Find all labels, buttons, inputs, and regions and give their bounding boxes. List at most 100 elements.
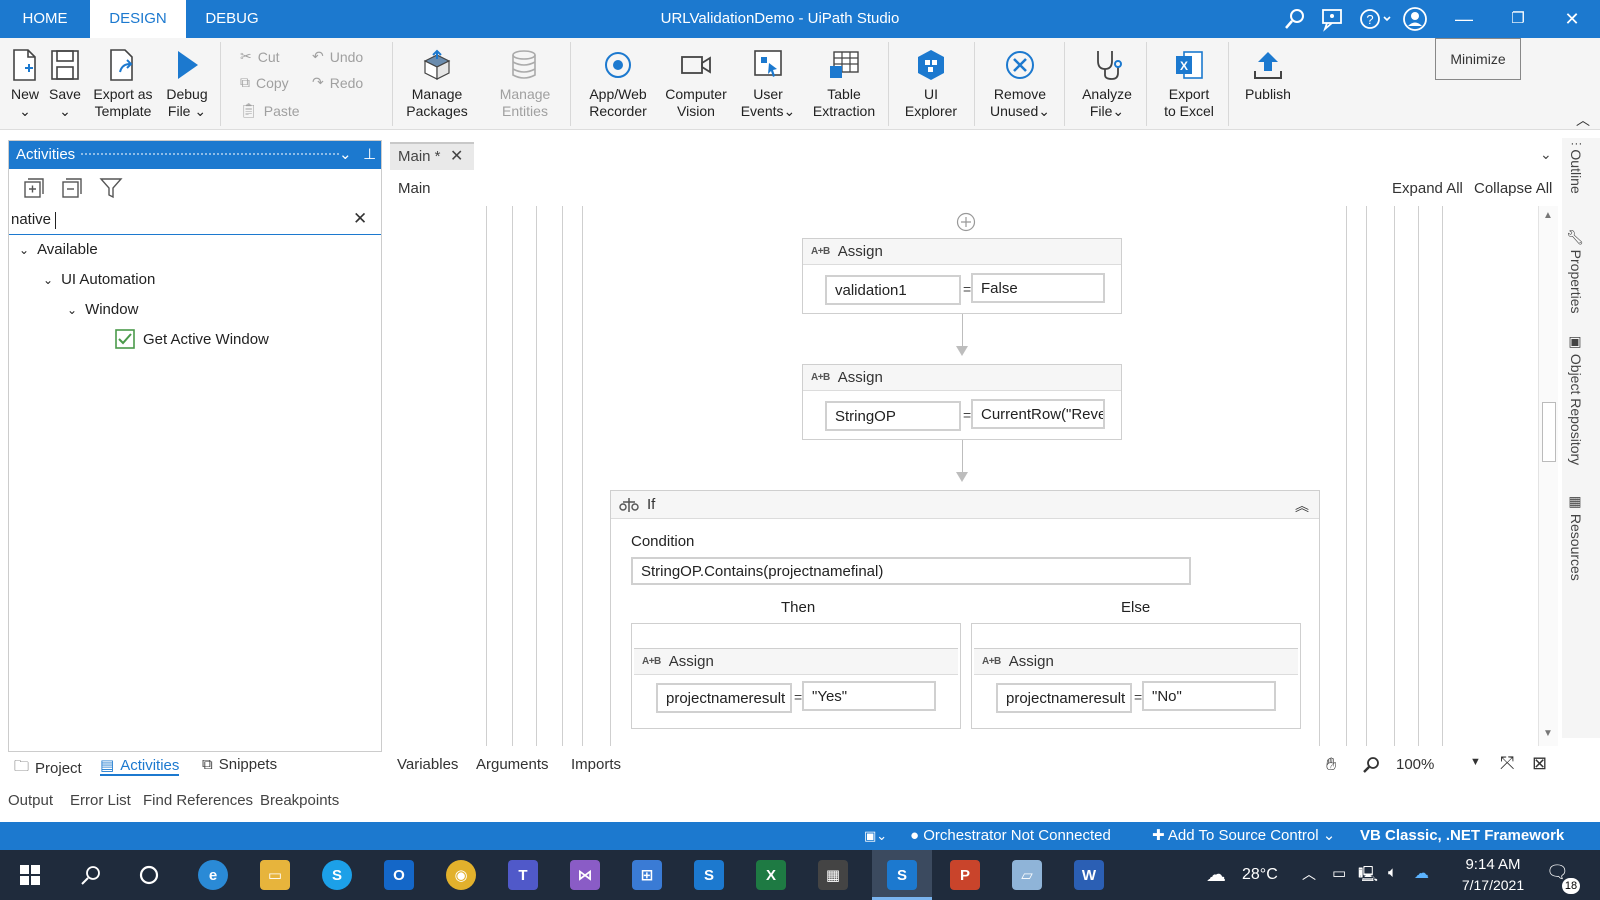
user-events-button[interactable]: User Events⌄ (736, 44, 800, 120)
search-input[interactable]: native (11, 211, 51, 228)
feedback-icon[interactable] (1320, 6, 1346, 32)
windows-start-icon[interactable] (20, 865, 40, 885)
else-sequence[interactable]: A+B Assign projectnameresult = "No" (971, 623, 1301, 729)
assign-activity-2[interactable]: A+B Assign StringOP = CurrentRow("Rever (802, 364, 1122, 440)
skype-icon[interactable]: S (322, 860, 352, 890)
copy-button[interactable]: ⧉ Copy (240, 74, 289, 91)
battery-icon[interactable]: ▭ (1332, 864, 1346, 882)
edge-icon[interactable]: e (198, 860, 228, 890)
network-icon[interactable]: 🖳︎ (1358, 864, 1378, 889)
store-icon[interactable]: ⊞ (632, 860, 662, 890)
undo-button[interactable]: ↶ Undo (312, 48, 363, 65)
assign-value-field[interactable]: "No" (1142, 681, 1276, 711)
clock[interactable]: 9:14 AM 7/17/2021 (1458, 856, 1528, 893)
resources-tab[interactable]: ▦ Resources (1568, 494, 1584, 581)
recorder-button[interactable]: App/Web Recorder (578, 44, 658, 120)
tree-ui-automation[interactable]: ⌄ UI Automation (43, 271, 155, 288)
collapse-ribbon-icon[interactable]: ︿ (1576, 110, 1590, 130)
hand-pan-icon[interactable]: ✋︎ (1326, 754, 1336, 775)
orchestrator-icon[interactable]: ▣⌄ (864, 822, 887, 850)
assign-value-field[interactable]: "Yes" (802, 681, 936, 711)
redo-button[interactable]: ↷ Redo (312, 74, 363, 91)
tab-imports[interactable]: Imports (571, 756, 621, 773)
assign-to-field[interactable]: projectnameresult (996, 683, 1132, 713)
assign-to-field[interactable]: projectnameresult (656, 683, 792, 713)
vertical-scrollbar[interactable]: ▲ ▼ (1538, 206, 1558, 746)
if-activity[interactable]: If ︽ Condition StringOP.Contains(project… (610, 490, 1320, 746)
search-icon[interactable] (1282, 6, 1308, 32)
expand-all-icon[interactable] (23, 177, 45, 199)
assign-value-field[interactable]: CurrentRow("Rever (971, 399, 1105, 429)
tab-main-document[interactable]: Main * ✕ (390, 142, 474, 170)
assign-to-field[interactable]: validation1 (825, 275, 961, 305)
ui-explorer-button[interactable]: UI Explorer (896, 44, 966, 120)
assign-activity-1[interactable]: A+B Assign validation1 = False (802, 238, 1122, 314)
debug-file-button[interactable]: Debug File ⌄ (162, 44, 212, 120)
tab-arguments[interactable]: Arguments (476, 756, 549, 773)
pin-icon[interactable]: ⊥ (363, 141, 376, 169)
calculator-icon[interactable]: ▦ (818, 860, 848, 890)
overview-icon[interactable]: ⊠ (1532, 753, 1547, 774)
save-button[interactable]: Save ⌄ (46, 44, 84, 120)
uipath-studio-icon[interactable]: S (887, 860, 917, 890)
computer-vision-button[interactable]: Computer Vision (660, 44, 732, 120)
word-icon[interactable]: W (1074, 860, 1104, 890)
notes-icon[interactable]: ▱ (1012, 860, 1042, 890)
tab-output[interactable]: Output (8, 792, 53, 809)
excel-icon[interactable]: X (756, 860, 786, 890)
clear-search-icon[interactable]: ✕ (353, 209, 367, 229)
activity-get-active-window[interactable]: Get Active Window (115, 329, 269, 349)
publish-button[interactable]: Publish (1236, 44, 1300, 103)
tab-error-list[interactable]: Error List (70, 792, 131, 809)
doc-list-dropdown-icon[interactable]: ⌄ (1540, 146, 1552, 163)
add-activity-icon[interactable] (956, 212, 976, 232)
analyze-file-button[interactable]: Analyze File⌄ (1074, 44, 1140, 120)
scroll-up-icon[interactable]: ▲ (1543, 210, 1553, 221)
onedrive-icon[interactable]: ☁︎ (1414, 864, 1429, 882)
tab-snippets[interactable]: ⧉ Snippets (202, 756, 277, 773)
manage-entities-button[interactable]: Manage Entities (488, 44, 562, 120)
filter-icon[interactable] (99, 177, 123, 199)
show-hidden-icons[interactable]: ︿ (1302, 864, 1316, 884)
tab-debug[interactable]: DEBUG (186, 0, 278, 38)
new-button[interactable]: New ⌄ (6, 44, 44, 120)
cut-button[interactable]: ✂ Cut (240, 48, 280, 65)
paste-button[interactable]: 📋︎ Paste (240, 102, 300, 119)
object-repository-tab[interactable]: ▣ Object Repository (1568, 334, 1584, 465)
collapse-all-icon[interactable] (61, 177, 83, 199)
close-button[interactable]: ✕ (1546, 0, 1598, 38)
temperature[interactable]: 28°C (1242, 866, 1278, 884)
tab-design[interactable]: DESIGN (90, 0, 186, 38)
help-icon[interactable]: ? (1358, 6, 1394, 32)
collapse-all-link[interactable]: Collapse All (1474, 172, 1552, 206)
collapse-activity-icon[interactable]: ︽ (1295, 493, 1309, 519)
minimize-button[interactable]: — (1438, 0, 1490, 38)
powerpoint-icon[interactable]: P (950, 860, 980, 890)
remove-unused-button[interactable]: Remove Unused⌄ (984, 44, 1056, 120)
file-explorer-icon[interactable]: ▭ (260, 860, 290, 890)
uipath-assistant-icon[interactable]: S (694, 860, 724, 890)
zoom-dropdown-icon[interactable]: ▼ (1470, 756, 1481, 768)
breadcrumb[interactable]: Main (398, 172, 431, 206)
then-assign-activity[interactable]: A+B Assign projectnameresult = "Yes" (634, 648, 958, 726)
condition-field[interactable]: StringOP.Contains(projectnamefinal) (631, 557, 1191, 585)
fit-to-screen-icon[interactable]: ⤧ (1500, 753, 1514, 774)
tab-variables[interactable]: Variables (397, 756, 458, 773)
scroll-down-icon[interactable]: ▼ (1543, 728, 1553, 739)
export-template-button[interactable]: Export as Template (88, 44, 158, 120)
close-tab-icon[interactable]: ✕ (450, 144, 463, 170)
add-to-source-control[interactable]: ✚ Add To Source Control ⌄ (1152, 822, 1335, 850)
tab-activities[interactable]: ▤ Activities (100, 756, 180, 776)
tree-window[interactable]: ⌄ Window (67, 301, 138, 318)
zoom-icon[interactable] (1362, 756, 1380, 774)
search-icon[interactable] (80, 864, 102, 886)
properties-tab[interactable]: 🔧︎ Properties (1568, 228, 1584, 313)
assign-to-field[interactable]: StringOP (825, 401, 961, 431)
outline-tab[interactable]: ⫶ Outline (1568, 142, 1584, 194)
zoom-level[interactable]: 100% (1396, 756, 1434, 773)
panel-dropdown-icon[interactable]: ⌄ (339, 141, 352, 169)
orchestrator-status[interactable]: ● Orchestrator Not Connected (910, 822, 1111, 850)
teams-icon[interactable]: T (508, 860, 538, 890)
tab-project[interactable]: 🗀︎ Project (14, 756, 82, 781)
activities-search[interactable]: native ✕ (9, 207, 381, 235)
